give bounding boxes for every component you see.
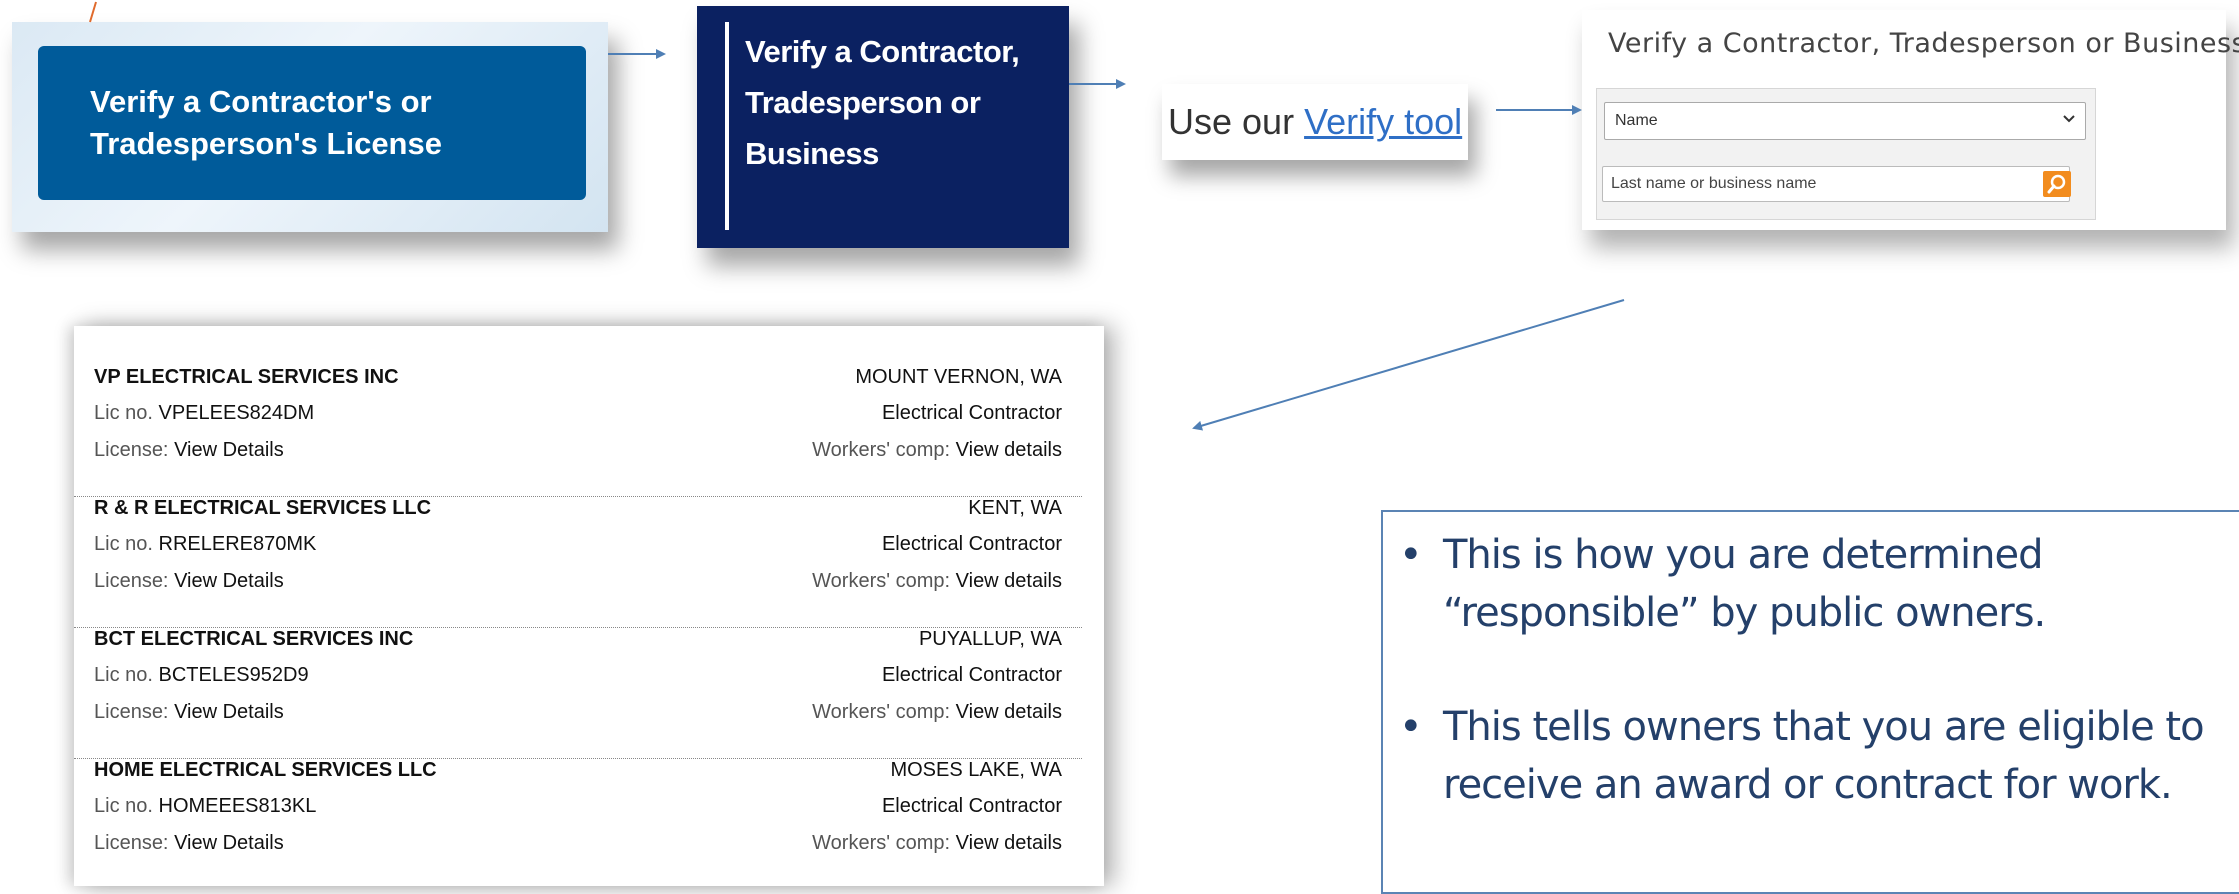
orange-accent-line [89,1,97,23]
flow-arrow [1192,299,1625,431]
flow-arrows [89,1,1625,431]
